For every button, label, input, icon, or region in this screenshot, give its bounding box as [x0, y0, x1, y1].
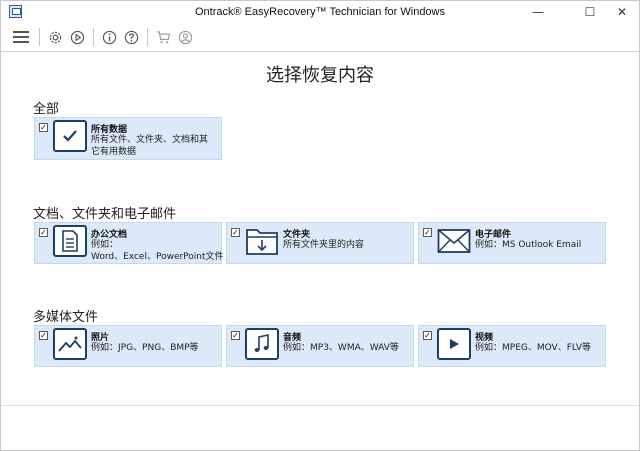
checkbox[interactable]: ✓ — [231, 331, 240, 340]
card-video[interactable]: ✓ 视频 例如：MPEG、MOV、FLV等 — [418, 325, 606, 367]
close-button[interactable]: ✕ — [605, 1, 639, 23]
toolbar-divider — [93, 28, 94, 46]
card-email[interactable]: ✓ 电子邮件 例如：MS Outlook Email — [418, 222, 606, 264]
section-label-documents: 文档、文件夹和电子邮件 — [33, 207, 177, 222]
app-window: Ontrack® EasyRecovery™ Technician for Wi… — [0, 0, 640, 451]
maximize-button[interactable]: ☐ — [573, 1, 607, 23]
card-photos[interactable]: ✓ 照片 例如：JPG、PNG、BMP等 — [34, 325, 222, 367]
card-audio[interactable]: ✓ 音频 例如：MP3、WMA、WAV等 — [226, 325, 414, 367]
checkbox[interactable]: ✓ — [39, 331, 48, 340]
card-description: 例如：JPG、PNG、BMP等 — [91, 343, 199, 353]
card-description: 例如：MS Outlook Email — [475, 240, 582, 250]
checkmark-icon — [53, 120, 87, 152]
user-icon[interactable] — [177, 29, 193, 45]
mail-icon — [437, 225, 471, 257]
play-icon[interactable] — [69, 29, 85, 45]
checkbox[interactable]: ✓ — [39, 228, 48, 237]
card-description: 例如： Word、Excel、PowerPoint文件 — [91, 240, 224, 262]
menu-icon[interactable] — [13, 29, 29, 45]
help-icon[interactable] — [123, 29, 139, 45]
checkbox[interactable]: ✓ — [423, 331, 432, 340]
info-icon[interactable] — [101, 29, 117, 45]
card-description: 所有文件夹里的内容 — [283, 240, 365, 250]
photo-icon — [53, 328, 87, 360]
folder-icon — [245, 225, 279, 257]
toolbar-divider — [147, 28, 148, 46]
page-title: 选择恢复内容 — [266, 65, 374, 86]
document-icon — [53, 225, 87, 257]
checkbox[interactable]: ✓ — [231, 228, 240, 237]
card-folders[interactable]: ✓ 文件夹 所有文件夹里的内容 — [226, 222, 414, 264]
checkbox[interactable]: ✓ — [423, 228, 432, 237]
cart-icon[interactable] — [155, 29, 171, 45]
card-all-data[interactable]: ✓ 所有数据 所有文件、文件夹、文档和其 它有用数据 — [34, 117, 222, 160]
card-description: 例如：MP3、WMA、WAV等 — [283, 343, 399, 353]
music-icon — [245, 328, 279, 360]
checkbox[interactable]: ✓ — [39, 123, 48, 132]
toolbar — [1, 23, 639, 52]
card-description: 所有文件、文件夹、文档和其 它有用数据 — [91, 135, 209, 157]
footer-divider — [1, 405, 639, 406]
title-bar: Ontrack® EasyRecovery™ Technician for Wi… — [1, 1, 639, 23]
video-icon — [437, 328, 471, 360]
settings-icon[interactable] — [47, 29, 63, 45]
minimize-button[interactable]: — — [521, 1, 555, 23]
toolbar-divider — [39, 28, 40, 46]
section-label-multimedia: 多媒体文件 — [33, 310, 99, 325]
card-description: 例如：MPEG、MOV、FLV等 — [475, 343, 592, 353]
card-office-documents[interactable]: ✓ 办公文档 例如： Word、Excel、PowerPoint文件 — [34, 222, 224, 264]
section-label-all: 全部 — [33, 102, 60, 117]
